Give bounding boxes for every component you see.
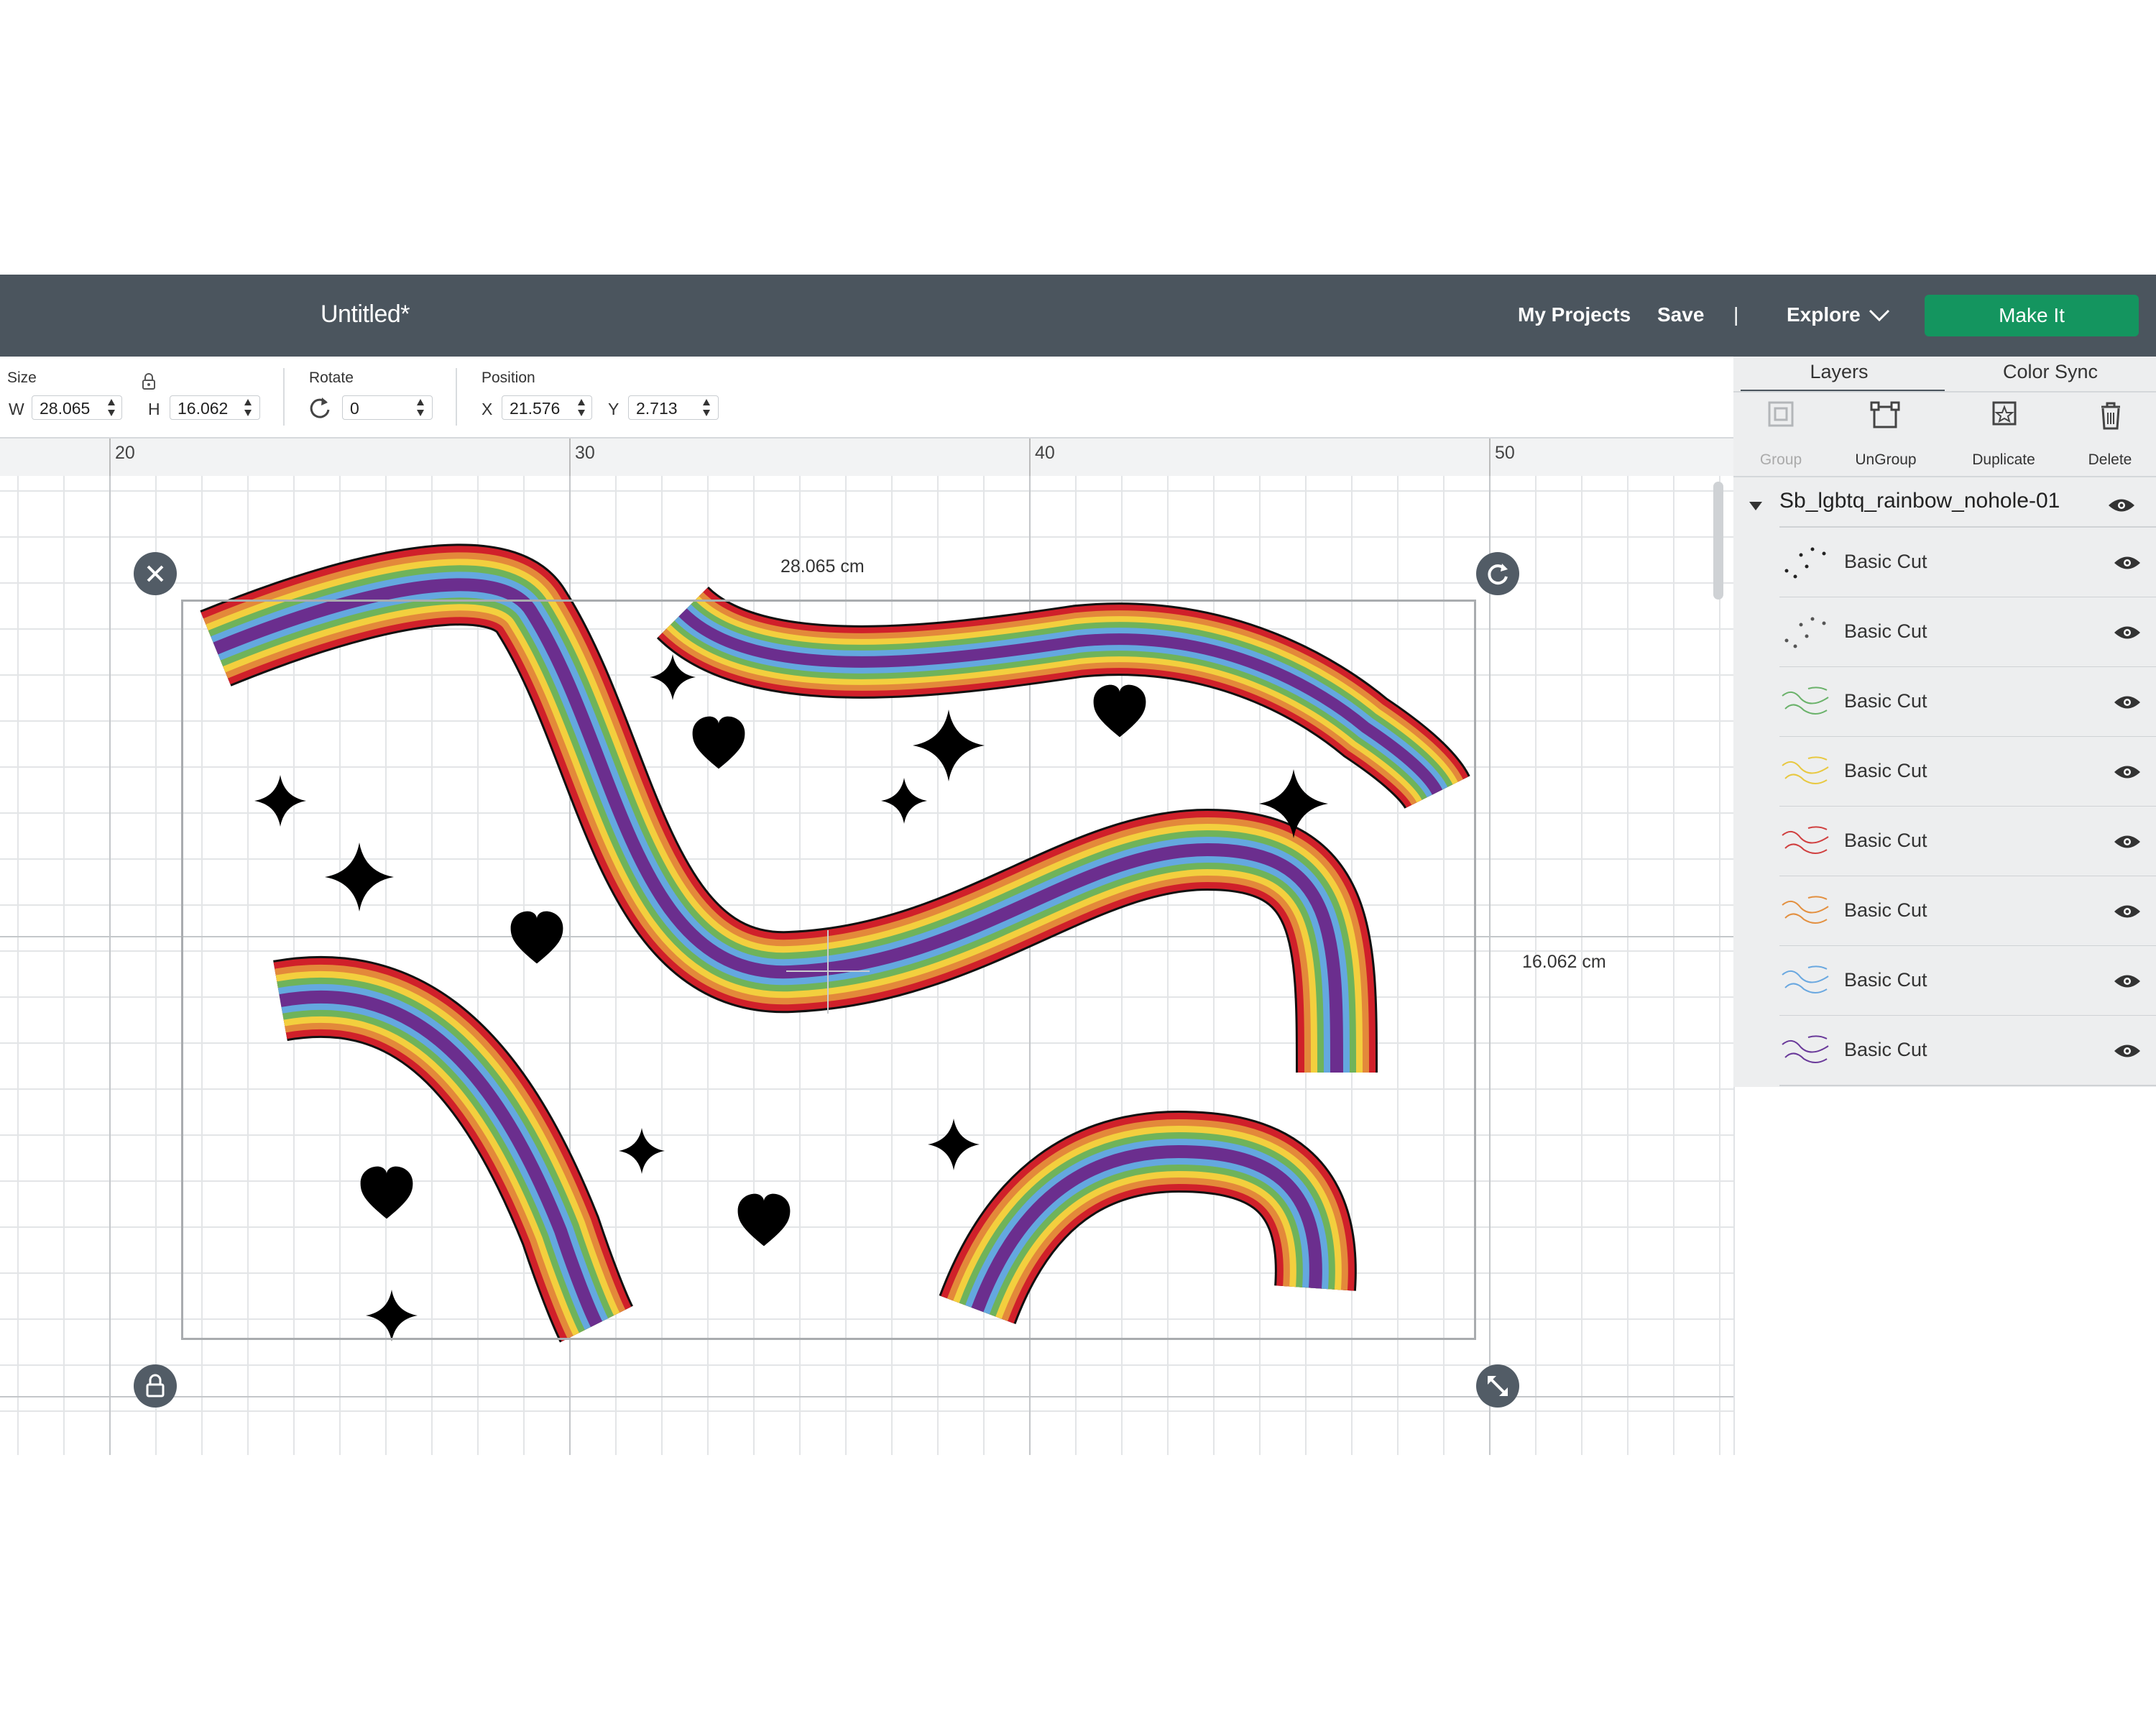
rotate-label: Rotate — [309, 369, 354, 386]
layer-row[interactable]: Basic Cut — [1779, 876, 2156, 947]
my-projects-link[interactable]: My Projects — [1518, 303, 1631, 326]
delete-button[interactable]: Delete — [2067, 451, 2153, 469]
nav-divider: | — [1733, 303, 1739, 326]
rotate-icon — [310, 398, 330, 418]
duplicate-button[interactable]: Duplicate — [1961, 451, 2047, 469]
layer-thumbnail — [1782, 896, 1829, 924]
height-value: 16.062 — [178, 399, 229, 418]
ungroup-icon[interactable] — [1843, 400, 1929, 436]
width-dimension: 28.065 cm — [780, 556, 865, 577]
eye-icon[interactable] — [2113, 832, 2142, 851]
ruler-mark: 20 — [115, 443, 135, 463]
layer-row[interactable]: Basic Cut — [1779, 528, 2156, 598]
layer-label: Basic Cut — [1844, 620, 1927, 642]
chevron-down-icon[interactable] — [1869, 309, 1890, 322]
layer-label: Basic Cut — [1844, 1039, 1927, 1060]
lock-handle[interactable] — [134, 1364, 177, 1408]
layer-label: Basic Cut — [1844, 551, 1927, 572]
eye-icon[interactable] — [2107, 496, 2136, 515]
size-label: Size — [7, 369, 37, 386]
y-label: Y — [608, 400, 619, 418]
x-position-value: 21.576 — [510, 399, 561, 418]
make-it-button[interactable]: Make It — [1925, 295, 2139, 336]
height-label: H — [148, 400, 160, 418]
toolbar-divider — [283, 368, 285, 426]
resize-handle[interactable] — [1476, 1364, 1519, 1408]
group-name[interactable]: Sb_lgbtq_rainbow_nohole-01 — [1779, 489, 2060, 513]
layer-thumbnail — [1782, 687, 1829, 715]
toolbar-divider — [456, 368, 457, 426]
lock-icon — [146, 1374, 165, 1397]
eye-icon[interactable] — [2113, 902, 2142, 921]
layer-thumbnail — [1782, 826, 1829, 854]
y-position-value: 2.713 — [636, 399, 678, 418]
layer-row[interactable]: Basic Cut — [1779, 667, 2156, 738]
rotate-value: 0 — [350, 399, 359, 418]
layer-row[interactable]: Basic Cut — [1779, 597, 2156, 668]
ruler-mark: 30 — [575, 443, 595, 463]
layer-label: Basic Cut — [1844, 899, 1927, 921]
layer-thumbnail — [1782, 1035, 1829, 1063]
position-label: Position — [482, 369, 535, 386]
ruler-mark: 50 — [1495, 443, 1515, 463]
rotate-handle[interactable] — [1476, 552, 1519, 595]
duplicate-icon[interactable] — [1961, 400, 2047, 436]
project-title[interactable]: Untitled* — [321, 300, 410, 329]
layer-label: Basic Cut — [1844, 969, 1927, 991]
group-button[interactable]: Group — [1738, 451, 1824, 469]
layer-row[interactable]: Basic Cut — [1779, 737, 2156, 807]
y-stepper-icon[interactable] — [701, 398, 711, 417]
tab-layers[interactable]: Layers — [1733, 361, 1945, 383]
ungroup-button[interactable]: UnGroup — [1843, 451, 1929, 469]
width-label: W — [9, 400, 24, 418]
selection-box[interactable] — [181, 600, 1476, 1340]
layer-label: Basic Cut — [1844, 690, 1927, 712]
eye-icon[interactable] — [2113, 1042, 2142, 1060]
height-stepper-icon[interactable] — [243, 398, 253, 417]
width-value: 28.065 — [40, 399, 91, 418]
caret-down-icon[interactable] — [1748, 500, 1764, 512]
layer-label: Basic Cut — [1844, 830, 1927, 851]
layer-row[interactable]: Basic Cut — [1779, 807, 2156, 877]
vertical-scrollbar[interactable] — [1713, 482, 1723, 600]
design-canvas[interactable]: 28.065 cm 16.062 cm — [0, 476, 1733, 1455]
close-icon — [147, 565, 164, 582]
x-stepper-icon[interactable] — [576, 398, 586, 417]
explore-menu[interactable]: Explore — [1787, 303, 1861, 326]
layer-thumbnail — [1782, 756, 1829, 784]
group-icon[interactable] — [1738, 400, 1824, 436]
layer-thumbnail — [1784, 547, 1826, 579]
resize-icon — [1488, 1376, 1508, 1396]
x-label: X — [482, 400, 493, 418]
tab-color-sync[interactable]: Color Sync — [1945, 361, 2156, 383]
layer-thumbnail — [1782, 965, 1829, 993]
height-dimension: 16.062 cm — [1522, 952, 1606, 972]
rotate-stepper-icon[interactable] — [415, 398, 425, 417]
layer-label: Basic Cut — [1844, 760, 1927, 781]
layer-row[interactable]: Basic Cut — [1779, 946, 2156, 1016]
edit-toolbar: Size W 28.065 H 16.062 Rotate 0 Position… — [0, 357, 1733, 439]
eye-icon[interactable] — [2113, 554, 2142, 572]
trash-icon[interactable] — [2067, 400, 2153, 436]
layer-row[interactable]: Basic Cut — [1779, 1016, 2156, 1086]
width-stepper-icon[interactable] — [106, 398, 116, 417]
horizontal-ruler: 20 30 40 50 — [0, 439, 1733, 477]
save-link[interactable]: Save — [1657, 303, 1704, 326]
eye-icon[interactable] — [2113, 623, 2142, 642]
rotate-icon — [1488, 564, 1508, 585]
layer-thumbnail — [1784, 617, 1826, 648]
lock-ratio-icon[interactable] — [141, 372, 157, 391]
ruler-mark: 40 — [1035, 443, 1055, 463]
top-bar: Untitled* My Projects Save | Explore Mak… — [0, 275, 2156, 357]
delete-handle[interactable] — [134, 552, 177, 595]
eye-icon[interactable] — [2113, 763, 2142, 781]
eye-icon[interactable] — [2113, 693, 2142, 712]
eye-icon[interactable] — [2113, 972, 2142, 991]
